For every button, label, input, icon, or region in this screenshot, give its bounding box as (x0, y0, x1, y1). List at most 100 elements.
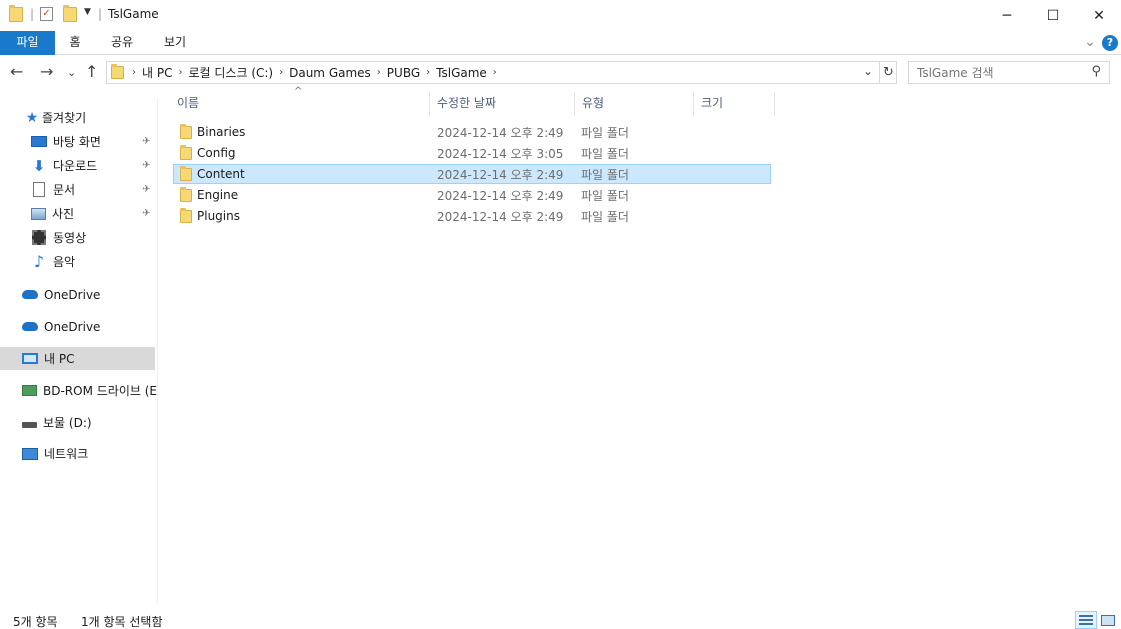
file-name: Engine (197, 188, 239, 202)
column-header-type[interactable]: 유형 (577, 92, 694, 116)
search-icon[interactable]: ⚲ (1091, 64, 1101, 79)
column-header-modified[interactable]: 수정한 날짜 (432, 92, 575, 116)
pin-icon: ✈ (142, 136, 151, 147)
file-name: Binaries (197, 125, 246, 139)
breadcrumb-this-pc[interactable]: 내 PC (142, 64, 172, 81)
breadcrumb-tslgame[interactable]: TslGame (436, 66, 487, 80)
back-button[interactable]: ← (10, 62, 23, 81)
tab-view[interactable]: 보기 (157, 31, 193, 55)
chevron-right-icon[interactable]: › (493, 67, 497, 78)
sidebar-item-bd-rom[interactable]: BD-ROM 드라이브 (E (0, 379, 157, 402)
file-modified: 2024-12-14 오후 2:49 (437, 209, 564, 224)
file-type: 파일 폴더 (581, 146, 629, 161)
folder-icon[interactable] (9, 5, 23, 22)
navigation-pane: ★ 즐겨찾기 바탕 화면 ✈ ⬇ 다운로드 ✈ 문서 ✈ 사진 ✈ 동영상 ♪ … (0, 98, 158, 603)
search-input[interactable] (909, 62, 1079, 83)
pin-icon: ✈ (142, 160, 151, 171)
column-header-size[interactable]: 크기 (696, 92, 775, 116)
help-icon[interactable]: ? (1102, 35, 1118, 51)
breadcrumb-pubg[interactable]: PUBG (387, 66, 420, 80)
forward-button[interactable]: → (40, 62, 53, 81)
sidebar-item-drive-d[interactable]: 보물 (D:) (0, 411, 155, 434)
file-type: 파일 폴더 (581, 167, 629, 182)
ribbon-expand-icon[interactable]: ⌄ (1081, 31, 1099, 55)
column-header-name[interactable]: 이름 (172, 92, 430, 116)
picture-icon (31, 207, 46, 220)
separator: | (30, 7, 35, 21)
file-row[interactable]: Content 2024-12-14 오후 2:49 파일 폴더 (173, 164, 771, 184)
customize-toolbar-icon[interactable]: ▼ (84, 7, 91, 17)
tab-home[interactable]: 홈 (62, 31, 88, 55)
document-icon (33, 182, 45, 197)
breadcrumb-daum-games[interactable]: Daum Games (289, 66, 371, 80)
pc-icon (22, 353, 38, 364)
large-icons-view-button[interactable] (1097, 611, 1119, 629)
sidebar-item-downloads[interactable]: ⬇ 다운로드 ✈ (0, 154, 155, 177)
close-button[interactable]: ✕ (1076, 0, 1121, 31)
file-row[interactable]: Engine 2024-12-14 오후 2:49 파일 폴더 (173, 185, 771, 205)
window-title: TslGame (108, 7, 159, 21)
chevron-right-icon[interactable]: › (279, 67, 283, 78)
sidebar-item-label: OneDrive (44, 319, 101, 334)
sidebar-item-network[interactable]: 네트워크 (0, 442, 155, 465)
network-icon (22, 447, 38, 460)
sidebar-item-videos[interactable]: 동영상 (0, 226, 155, 249)
folder-icon (180, 186, 192, 202)
tab-share[interactable]: 공유 (104, 31, 140, 55)
file-modified: 2024-12-14 오후 2:49 (437, 167, 564, 182)
file-row[interactable]: Config 2024-12-14 오후 3:05 파일 폴더 (173, 143, 771, 163)
refresh-icon[interactable]: ↻ (879, 62, 897, 83)
drive-icon (22, 421, 37, 428)
search-box[interactable]: ⚲ (908, 61, 1110, 84)
file-type: 파일 폴더 (581, 188, 629, 203)
breadcrumb-local-disk[interactable]: 로컬 디스크 (C:) (188, 64, 273, 81)
maximize-button[interactable]: ☐ (1030, 0, 1076, 31)
details-view-button[interactable] (1075, 611, 1097, 629)
sidebar-item-label: 음악 (53, 255, 76, 269)
chevron-right-icon[interactable]: › (377, 67, 381, 78)
sidebar-item-onedrive[interactable]: OneDrive (0, 283, 155, 306)
recent-locations-button[interactable]: ⌄ (67, 66, 76, 79)
title-bar: | ✓ ▼ | TslGame ─ ☐ ✕ (0, 0, 1121, 31)
ribbon-tabs: 파일 홈 공유 보기 ⌄ ? (0, 31, 1121, 55)
sidebar-item-onedrive-2[interactable]: OneDrive (0, 315, 155, 338)
sidebar-item-label: 동영상 (53, 231, 87, 245)
address-dropdown-icon[interactable]: ⌄ (863, 64, 873, 78)
folder-icon (180, 144, 192, 160)
minimize-button[interactable]: ─ (984, 0, 1030, 31)
onedrive-icon (22, 322, 38, 331)
file-modified: 2024-12-14 오후 2:49 (437, 125, 564, 140)
folder-icon (111, 64, 124, 79)
sidebar-item-quick-access[interactable]: ★ 즐겨찾기 (0, 106, 155, 129)
file-name: Config (197, 146, 236, 160)
file-modified: 2024-12-14 오후 3:05 (437, 146, 564, 161)
file-modified: 2024-12-14 오후 2:49 (437, 188, 564, 203)
sidebar-item-desktop[interactable]: 바탕 화면 ✈ (0, 130, 155, 153)
status-item-count: 5개 항목 (13, 615, 58, 629)
address-bar[interactable]: › 내 PC › 로컬 디스크 (C:) › Daum Games › PUBG… (106, 61, 897, 84)
sidebar-item-pictures[interactable]: 사진 ✈ (0, 202, 155, 225)
folder-icon (180, 165, 192, 181)
up-button[interactable]: ↑ (85, 62, 98, 81)
sidebar-item-label: 네트워크 (44, 447, 89, 461)
sidebar-item-documents[interactable]: 문서 ✈ (0, 178, 155, 201)
separator: | (98, 7, 103, 21)
pin-icon: ✈ (142, 184, 151, 195)
chevron-right-icon[interactable]: › (178, 67, 182, 78)
sidebar-item-label: BD-ROM 드라이브 (E (43, 384, 157, 398)
file-row[interactable]: Binaries 2024-12-14 오후 2:49 파일 폴더 (173, 122, 771, 142)
sidebar-item-music[interactable]: ♪ 음악 (0, 250, 155, 273)
new-folder-icon[interactable] (63, 5, 77, 22)
file-row[interactable]: Plugins 2024-12-14 오후 2:49 파일 폴더 (173, 206, 771, 226)
sidebar-item-this-pc[interactable]: 내 PC (0, 347, 155, 370)
chevron-right-icon[interactable]: › (426, 67, 430, 78)
file-name: Plugins (197, 209, 240, 223)
large-icons-view-icon (1101, 614, 1115, 626)
sidebar-item-label: 사진 (52, 207, 75, 221)
sidebar-item-label: 보물 (D:) (43, 416, 92, 430)
disc-drive-icon (22, 385, 37, 396)
chevron-right-icon[interactable]: › (132, 67, 136, 78)
tab-file[interactable]: 파일 (0, 31, 55, 55)
properties-icon[interactable]: ✓ (40, 7, 53, 21)
folder-icon (180, 207, 192, 223)
